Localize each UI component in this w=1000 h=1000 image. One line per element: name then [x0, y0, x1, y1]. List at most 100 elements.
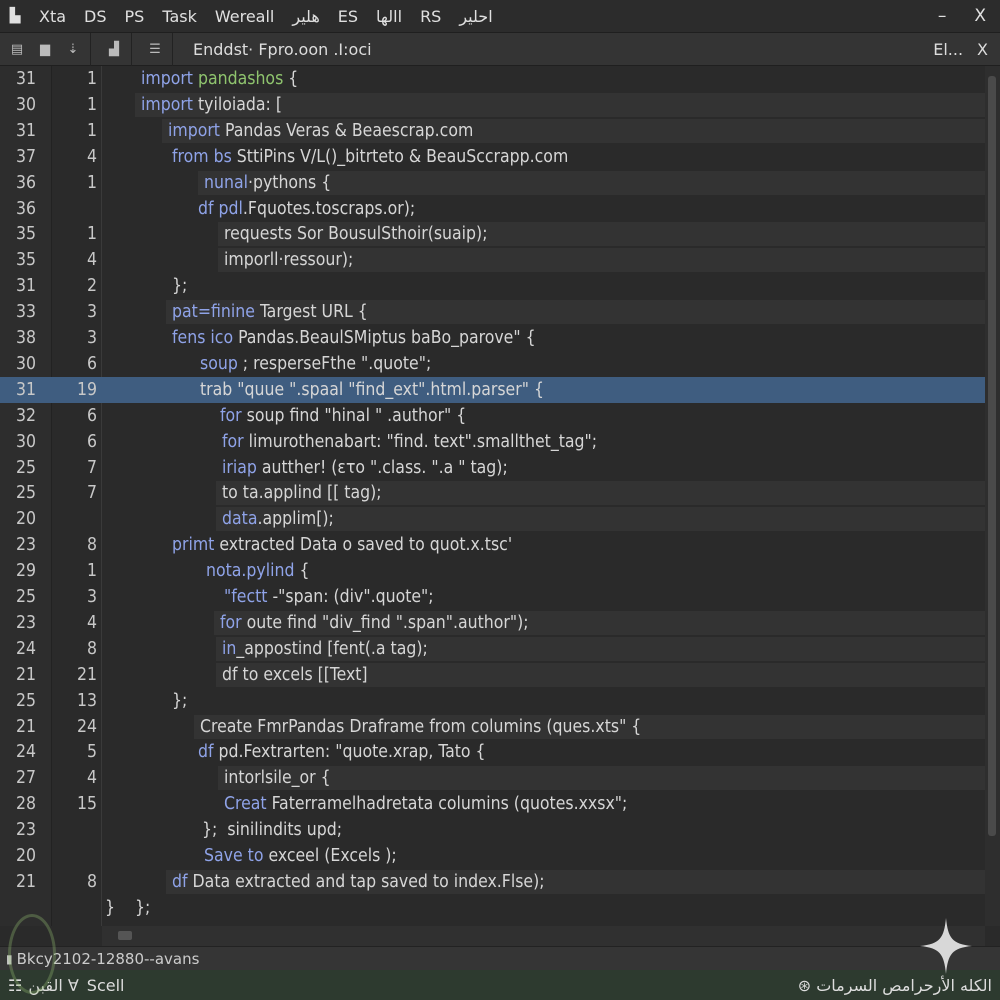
code-line[interactable]: 25 7 iriap autther! (ετο ".class. ".a " ta…: [0, 455, 985, 481]
code-line[interactable]: 23}; sinilindits upd;: [0, 817, 985, 843]
change-count: 1: [86, 69, 97, 89]
keyword: import: [141, 69, 193, 89]
code-line[interactable]: 21 24 Create FmrPandas Draframe from colum…: [0, 714, 985, 740]
code-line[interactable]: 30 1 import tyiloiada: [: [0, 92, 985, 118]
change-count: 24: [76, 716, 97, 737]
bottom-bar: ☷ القبن ∀ Scell ⊛ الكله الأرحرامص السرما…: [0, 970, 1000, 1000]
code-line[interactable]: 31 2};: [0, 273, 985, 299]
code-rest: Faterramelhadretata columins (quotes.xxs…: [266, 794, 628, 815]
tab-label[interactable]: El...: [933, 40, 963, 59]
code-line[interactable]: 28 15 Creat Faterramelhadretata columins (…: [0, 791, 985, 817]
divider: [131, 32, 132, 66]
menu-icon[interactable]: ☰: [144, 42, 166, 57]
code-rest: intorlsile_or {: [224, 768, 331, 789]
code-rest: }; sinilindits upd;: [202, 820, 343, 841]
menu-item[interactable]: Xta: [39, 7, 66, 26]
menu-item[interactable]: PS: [125, 7, 145, 26]
code-line[interactable]: 35 4 imporll·ressour);: [0, 247, 985, 273]
code-line[interactable]: 27 4 intorlsile_or {: [0, 765, 985, 791]
code-line[interactable]: 35 1 requests Sor BousulSthoir(suaip);: [0, 221, 985, 247]
code-rest: .Fquotes.toscraps.or);: [242, 198, 416, 219]
line-number: 36: [15, 172, 36, 193]
code-text: df pdl.Fquotes.toscraps.or);: [198, 196, 415, 222]
change-count: 13: [76, 690, 97, 711]
code-line[interactable]: 21 21 df to excels [[Text]: [0, 662, 985, 688]
menu-item[interactable]: DS: [84, 7, 106, 26]
change-count: 5: [86, 742, 97, 763]
code-text: data.applim[);: [222, 506, 334, 532]
scroll-thumb[interactable]: [118, 931, 132, 940]
keyword: in: [222, 638, 237, 659]
menu-item[interactable]: RS: [420, 7, 441, 26]
code-line[interactable]: } };: [0, 895, 985, 921]
line-number: 20: [15, 509, 36, 530]
code-line[interactable]: 31 1 import Pandas Veras & Beaescrap.com: [0, 118, 985, 144]
code-line[interactable]: 36 1 nunal·pythons {: [0, 170, 985, 196]
code-line[interactable]: 31 19 trab "quue ".spaal "find_ext".html.p…: [0, 376, 985, 403]
minimize-button[interactable]: –: [938, 6, 947, 26]
keyword: for: [220, 405, 242, 426]
code-rest: -"span: (div".quote";: [267, 587, 434, 607]
line-number: 23: [15, 535, 36, 556]
split-icon[interactable]: ⇣: [62, 42, 84, 57]
code-line[interactable]: 24 5 df pd.Fextrarten: "quote.xrap, Tato {: [0, 739, 985, 765]
code-text: fens ico Pandas.BeaulSMiptus baBo_parove…: [172, 325, 536, 351]
line-band: [218, 766, 985, 791]
code-line[interactable]: 30 6 for limurothenabart: "find. text".sma…: [0, 429, 985, 455]
code-line[interactable]: 33 3 pat=finine Targest URL {: [0, 299, 985, 325]
code-line[interactable]: 37 4 from bs SttiPins V/L()_bitrteto & Bea…: [0, 144, 985, 170]
code-text: "fectt -"span: (div".quote";: [224, 584, 434, 610]
code-text: primt extracted Data o saved to quot.x.t…: [172, 532, 512, 558]
code-line[interactable]: 36 df pdl.Fquotes.toscraps.or);: [0, 196, 985, 222]
code-editor[interactable]: 31 1 import pandashos {30 1 import tyiloiada…: [0, 66, 985, 926]
menu-item[interactable]: هلير: [292, 7, 319, 26]
save-icon[interactable]: ▤: [6, 42, 28, 57]
code-line[interactable]: 32 6 for soup find "hinal " .author" {: [0, 403, 985, 429]
line-number: 31: [15, 69, 36, 89]
line-number: 23: [15, 612, 36, 633]
menu-item[interactable]: الهاl: [376, 7, 402, 26]
watermark-logo: [8, 914, 56, 994]
line-number: 25: [15, 587, 36, 607]
menu-item[interactable]: Wereall: [215, 7, 275, 26]
code-text: from bs SttiPins V/L()_bitrteto & BeauSc…: [172, 144, 568, 170]
code-line[interactable]: 31 1 import pandashos {: [0, 66, 985, 92]
folder-icon[interactable]: ▆: [34, 42, 56, 57]
change-count: 6: [86, 353, 97, 374]
code-line[interactable]: 29 1 nota.pylind {: [0, 558, 985, 584]
code-line[interactable]: 24 8 in_appostind [fent(.a tag);: [0, 636, 985, 662]
code-text: imporll·ressour);: [224, 247, 353, 273]
code-line[interactable]: 20 Save to exceel (Excels );: [0, 843, 985, 869]
code-line[interactable]: 21 8 df Data extracted and tap saved to in…: [0, 869, 985, 895]
scroll-thumb[interactable]: [988, 76, 996, 836]
code-text: }; sinilindits upd;: [202, 817, 342, 843]
menu-item[interactable]: احلير: [459, 7, 492, 26]
close-button[interactable]: X: [974, 6, 986, 26]
horizontal-scrollbar[interactable]: [102, 926, 985, 946]
code-line[interactable]: 25 7 to ta.applind [[ tag);: [0, 480, 985, 506]
bottom-left-label[interactable]: Scell: [87, 976, 125, 995]
file-title: Enddst· Fpro.oon .I:oci: [193, 39, 372, 59]
code-line[interactable]: 25 3 "fectt -"span: (div".quote";: [0, 584, 985, 610]
divider: [172, 32, 173, 66]
code-line[interactable]: 25 13};: [0, 688, 985, 714]
tab-close-button[interactable]: X: [977, 40, 988, 59]
code-text: iriap autther! (ετο ".class. ".a " tag);: [222, 455, 508, 481]
code-line[interactable]: 20 data.applim[);: [0, 506, 985, 532]
keyword: fens ico: [172, 328, 234, 348]
document-icon[interactable]: ▟: [103, 42, 125, 57]
code-line[interactable]: 38 3 fens ico Pandas.BeaulSMiptus baBo_par…: [0, 325, 985, 351]
menu-item[interactable]: Task: [162, 7, 197, 26]
change-count: 21: [76, 664, 97, 685]
code-rest: {: [283, 69, 299, 89]
code-line[interactable]: 23 4 for oute find "div_find ".span".autho…: [0, 610, 985, 636]
code-line[interactable]: 23 8 primt extracted Data o saved to quot.…: [0, 532, 985, 558]
vertical-scrollbar[interactable]: [985, 66, 1000, 926]
code-rest: {: [294, 561, 310, 582]
change-count: 3: [86, 328, 97, 348]
code-rest: } };: [105, 897, 151, 918]
code-line[interactable]: 30 6 soup ; resperseFthe ".quote";: [0, 351, 985, 377]
status-bar: ▮ Bkcy2102-12880--avans: [0, 946, 1000, 970]
menu-item[interactable]: ES: [338, 7, 358, 26]
keyword: df: [198, 742, 214, 763]
